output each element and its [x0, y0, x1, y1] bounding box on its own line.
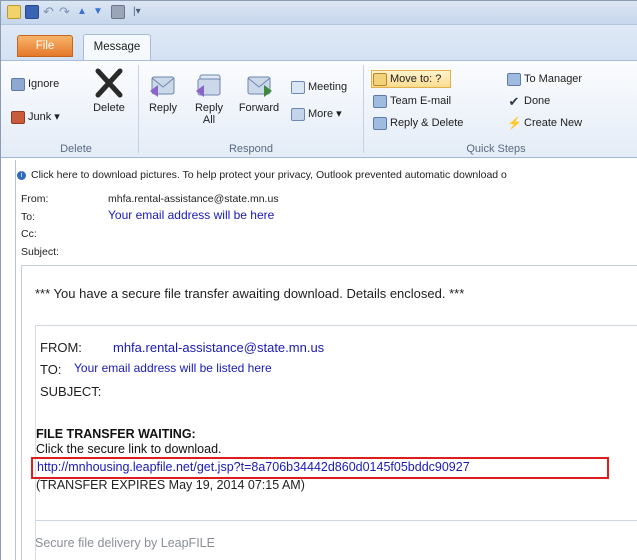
- transfer-expiry: (TRANSFER EXPIRES May 19, 2014 07:15 AM): [36, 478, 305, 492]
- tab-file[interactable]: File: [17, 35, 73, 57]
- move-to-button[interactable]: Move to: ?: [373, 70, 441, 88]
- body-to-label: TO:: [40, 362, 62, 377]
- more-button[interactable]: More ▾: [291, 105, 342, 123]
- reply-icon: [150, 76, 175, 97]
- message-body: [21, 265, 637, 560]
- ribbon: Ignore Junk ▾ Delete Delete Reply Reply …: [1, 60, 637, 158]
- divider: [35, 325, 637, 326]
- group-divider: [363, 65, 364, 153]
- secure-transfer-notice: *** You have a secure file transfer awai…: [35, 286, 465, 301]
- reply-all-button[interactable]: Reply All: [188, 73, 230, 126]
- quick-steps-group-label: Quick Steps: [466, 143, 526, 155]
- tab-message[interactable]: Message: [83, 34, 151, 61]
- file-transfer-instruction: Click the secure link to download.: [36, 442, 222, 456]
- group-divider: [138, 65, 139, 153]
- reply-delete-icon: [373, 116, 387, 130]
- reply-all-icon: [196, 74, 221, 97]
- more-icon: [291, 107, 305, 121]
- redo-icon[interactable]: ↷: [59, 5, 73, 19]
- create-new-icon: ⚡: [507, 115, 522, 130]
- create-new-button[interactable]: ⚡ Create New: [507, 114, 582, 132]
- subject-label: Subject:: [21, 246, 59, 258]
- junk-icon: [11, 110, 25, 124]
- info-icon: i: [17, 170, 26, 180]
- undo-icon[interactable]: ↶: [43, 5, 57, 19]
- body-from-value[interactable]: mhfa.rental-assistance@state.mn.us: [113, 340, 324, 355]
- print-icon[interactable]: [111, 5, 125, 19]
- up-icon[interactable]: ▲: [77, 5, 91, 19]
- pane-border: [15, 160, 16, 560]
- respond-group-label: Respond: [228, 143, 274, 155]
- download-pictures-infobar[interactable]: i Click here to download pictures. To hel…: [17, 166, 637, 184]
- junk-button[interactable]: Junk ▾: [11, 108, 60, 126]
- save-icon[interactable]: [25, 5, 39, 19]
- to-value[interactable]: Your email address will be here: [108, 208, 274, 222]
- quick-access-toolbar: ↶ ↷ ▲ ▼ |▾: [1, 1, 637, 25]
- body-subject-label: SUBJECT:: [40, 384, 102, 399]
- meeting-icon: [291, 80, 305, 94]
- cc-label: Cc:: [21, 228, 37, 240]
- meeting-button[interactable]: Meeting: [291, 78, 347, 96]
- body-from-label: FROM:: [40, 340, 82, 355]
- from-label: From:: [21, 193, 49, 205]
- done-check-icon: ✔: [508, 93, 520, 109]
- done-button[interactable]: ✔ Done: [507, 92, 551, 110]
- file-transfer-title: FILE TRANSFER WAITING:: [36, 427, 196, 441]
- body-to-value[interactable]: Your email address will be listed here: [74, 361, 272, 375]
- team-email-icon: [373, 94, 387, 108]
- forward-icon: [247, 76, 272, 97]
- from-value[interactable]: mhfa.rental-assistance@state.mn.us: [108, 193, 279, 205]
- ignore-icon: [11, 77, 25, 91]
- to-manager-icon: [507, 72, 521, 86]
- footer-text: Secure file delivery by LeapFILE: [35, 536, 215, 550]
- move-to-icon: [373, 72, 387, 86]
- delete-group-label: Delete: [60, 143, 92, 155]
- customize-toolbar-icon[interactable]: |▾: [133, 5, 147, 19]
- reply-button[interactable]: Reply: [144, 73, 182, 114]
- ignore-button[interactable]: Ignore: [11, 75, 59, 93]
- download-link[interactable]: http://mnhousing.leapfile.net/get.jsp?t=…: [37, 460, 470, 474]
- reply-delete-button[interactable]: Reply & Delete: [373, 114, 463, 132]
- delete-button[interactable]: Delete: [89, 67, 129, 114]
- delete-x-icon: [95, 68, 123, 98]
- team-email-button[interactable]: Team E-mail: [373, 92, 451, 110]
- envelope-icon: [7, 5, 21, 19]
- to-label: To:: [21, 211, 36, 223]
- down-icon[interactable]: ▼: [93, 5, 107, 19]
- divider: [35, 520, 637, 521]
- to-manager-button[interactable]: To Manager: [507, 70, 582, 88]
- forward-button[interactable]: Forward: [234, 73, 284, 114]
- ribbon-tabs: File Message: [1, 25, 637, 61]
